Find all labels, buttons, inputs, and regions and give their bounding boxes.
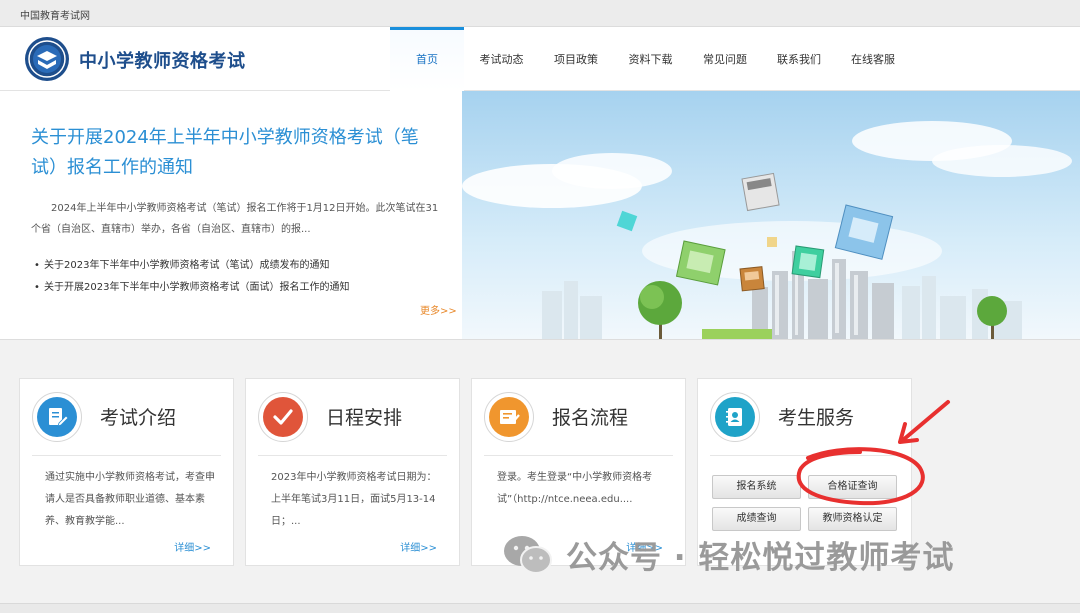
document-edit-icon [49,408,69,427]
checkmark-icon [273,409,293,425]
card-title[interactable]: 考生服务 [778,403,854,430]
site-link-neea[interactable]: 中国教育考试网 [20,7,90,22]
nav-policy[interactable]: 项目政策 [539,27,613,91]
card-title[interactable]: 考试介绍 [100,403,176,430]
news-banner: 关于开展2024年上半年中小学教师资格考试（笔试）报名工作的通知 2024年上半… [0,91,1080,340]
card-icon-ring [710,392,760,442]
main-nav: 首页 考试动态 项目政策 资料下载 常见问题 联系我们 在线客服 [390,27,910,91]
card-schedule: 日程安排 2023年中小学教师资格考试日期为：上半年笔试3月11日，面试5月13… [245,378,460,566]
score-query-button[interactable]: 成绩查询 [712,507,801,531]
news-panel: 关于开展2024年上半年中小学教师资格考试（笔试）报名工作的通知 2024年上半… [0,91,462,339]
city-illustration [462,91,1080,339]
teacher-qualification-button[interactable]: 教师资格认定 [808,507,897,531]
card-text: 通过实施中小学教师资格考试，考查申请人是否具备教师职业道德、基本素养、教育教学能… [45,472,215,527]
card-divider [32,455,221,456]
card-divider [484,455,673,456]
news-list: 关于2023年下半年中小学教师资格考试（笔试）成绩发布的通知 关于开展2023年… [34,255,349,299]
site-title[interactable]: 中小学教师资格考试 [79,47,246,73]
news-item[interactable]: 关于2023年下半年中小学教师资格考试（笔试）成绩发布的通知 [34,255,349,277]
top-strip: 中国教育考试网 [0,0,1080,27]
card-title[interactable]: 日程安排 [326,403,402,430]
nav-contact[interactable]: 联系我们 [762,27,836,91]
certificate-query-button[interactable]: 合格证查询 [808,475,897,499]
news-item[interactable]: 关于开展2023年下半年中小学教师资格考试（面试）报名工作的通知 [34,277,349,299]
site-header: 中小学教师资格考试 首页 考试动态 项目政策 资料下载 常见问题 联系我们 在线… [0,27,1080,91]
card-exam-intro: 考试介绍 通过实施中小学教师资格考试，考查申请人是否具备教师职业道德、基本素养、… [19,378,234,566]
nav-downloads[interactable]: 资料下载 [613,27,688,91]
card-more-link[interactable]: 详细>> [174,539,211,554]
nav-faq[interactable]: 常见问题 [688,27,762,91]
contact-book-icon [726,408,742,426]
nav-home[interactable]: 首页 [390,27,464,91]
form-list-icon [500,410,520,424]
page: 中国教育考试网 中小学教师资格考试 首页 考试动态 项目政策 资料下载 常见问题… [0,0,1080,613]
headline-summary: 2024年上半年中小学教师资格考试（笔试）报名工作将于1月12日开始。此次笔试在… [31,203,439,235]
card-icon-ring [484,392,534,442]
card-text: 登录。考生登录“中小学教师资格考试”（http://ntce.neea.edu.… [497,472,653,505]
headline-link[interactable]: 关于开展2024年上半年中小学教师资格考试（笔试）报名工作的通知 [31,123,441,183]
card-title[interactable]: 报名流程 [552,403,628,430]
wechat-icon [504,535,552,574]
watermark-text: 公众号 · 轻松悦过教师考试 [566,540,955,576]
nav-online-service[interactable]: 在线客服 [836,27,910,91]
card-icon-ring [258,392,308,442]
more-news-link[interactable]: 更多>> [420,302,457,317]
registration-system-button[interactable]: 报名系统 [712,475,801,499]
card-divider [710,455,899,456]
footer-strip [0,603,1080,613]
card-divider [258,455,447,456]
card-more-link[interactable]: 详细>> [400,539,437,554]
watermark: 公众号 · 轻松悦过教师考试 [502,532,954,577]
logo-icon[interactable] [24,36,70,82]
nav-exam-news[interactable]: 考试动态 [464,27,539,91]
card-text: 2023年中小学教师资格考试日期为：上半年笔试3月11日，面试5月13-14日；… [271,472,437,527]
card-icon-ring [32,392,82,442]
